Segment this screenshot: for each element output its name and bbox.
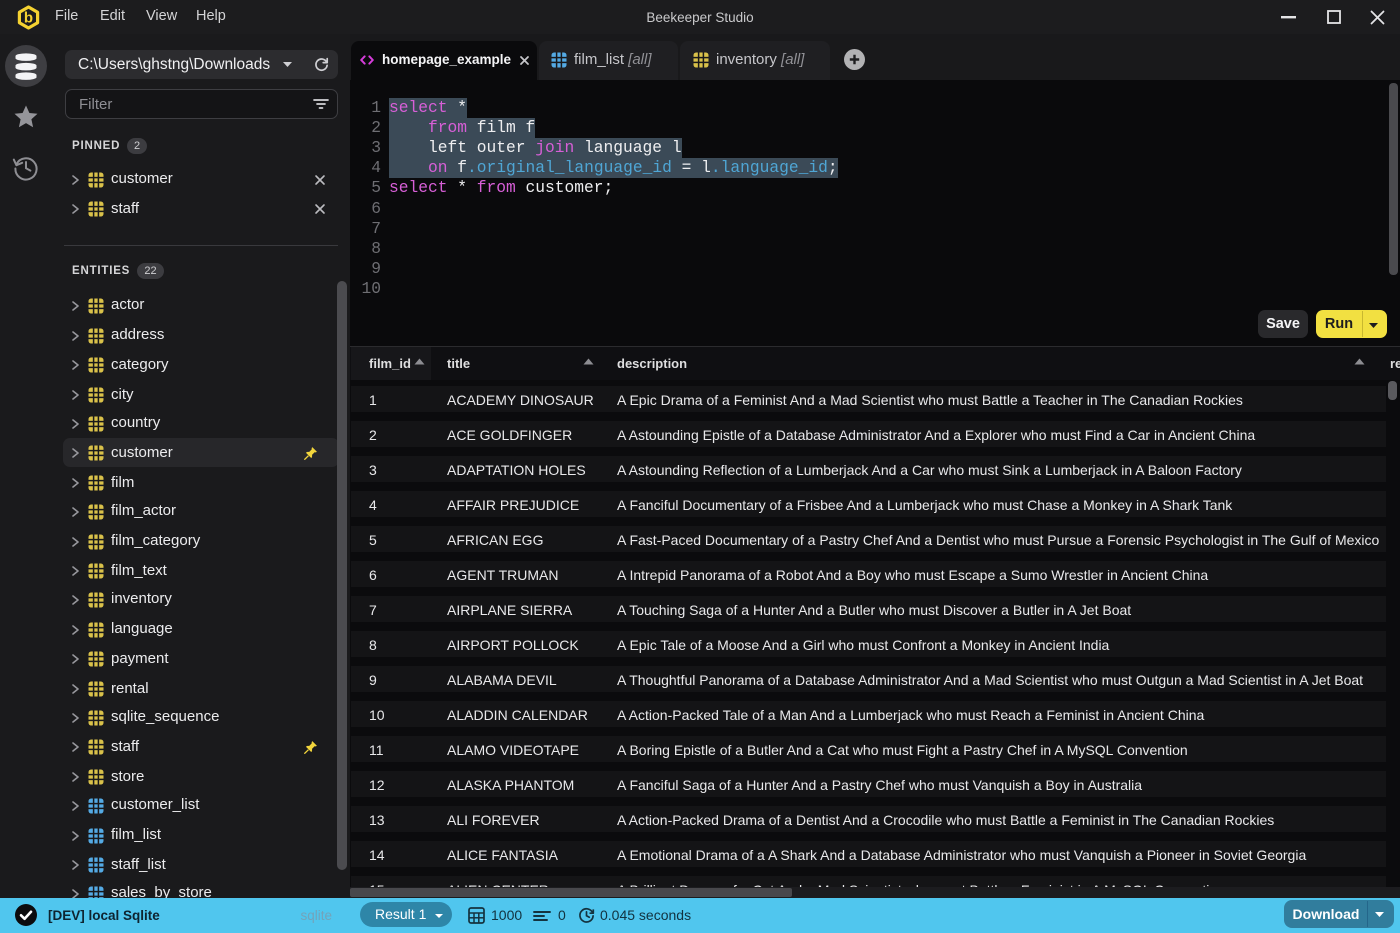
svg-text:b: b xyxy=(24,10,33,27)
